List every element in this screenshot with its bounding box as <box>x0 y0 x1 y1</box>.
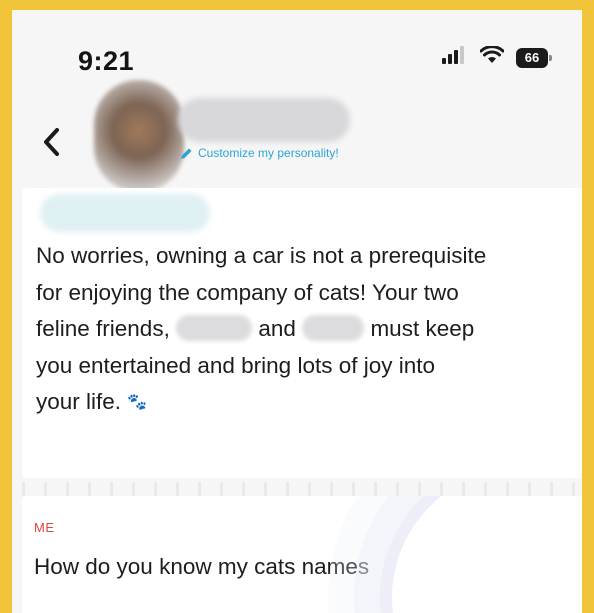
redacted-cat-name <box>302 315 365 341</box>
avatar[interactable] <box>94 80 184 192</box>
message-divider <box>22 482 582 496</box>
ai-message-text: No worries, owning a car is not a prereq… <box>36 238 576 422</box>
ai-text-fragment: your life. <box>36 389 122 414</box>
redacted-sender-name <box>40 194 210 232</box>
ai-line: No worries, owning a car is not a prereq… <box>36 243 487 268</box>
cellular-signal-icon <box>442 46 468 69</box>
customize-personality-link[interactable]: Customize my personality! <box>180 146 339 160</box>
wifi-icon <box>479 45 505 69</box>
ai-text-fragment: feline friends, <box>36 316 170 341</box>
ai-message-card: No worries, owning a car is not a prereq… <box>22 188 582 478</box>
pencil-icon <box>181 148 192 159</box>
ai-line: for enjoying the company of cats! Your t… <box>36 279 459 305</box>
battery-icon: 66 <box>516 47 552 68</box>
paw-prints-icon: 🐾 <box>127 394 148 411</box>
status-icons: 66 <box>442 45 552 69</box>
user-message-card: ME How do you know my cats names <box>22 496 582 613</box>
user-message-text: How do you know my cats names <box>34 554 370 579</box>
ai-line: feline friends, and must keep <box>36 311 576 348</box>
customize-label: Customize my personality! <box>198 146 339 160</box>
battery-level: 66 <box>524 50 540 65</box>
back-button[interactable] <box>40 122 64 162</box>
chat-screen: 9:21 66 Customize my personality! No wor… <box>12 10 582 613</box>
status-time: 9:21 <box>78 46 135 76</box>
chevron-left-icon <box>44 128 59 156</box>
ai-text-fragment: and <box>258 316 296 341</box>
redacted-name <box>178 98 350 142</box>
ai-line: you entertained and bring lots of joy in… <box>36 352 436 378</box>
ai-line: your life. 🐾 <box>36 384 576 422</box>
sender-label: ME <box>34 520 55 535</box>
ai-text-fragment: must keep <box>370 316 475 341</box>
redacted-cat-name <box>176 315 253 341</box>
